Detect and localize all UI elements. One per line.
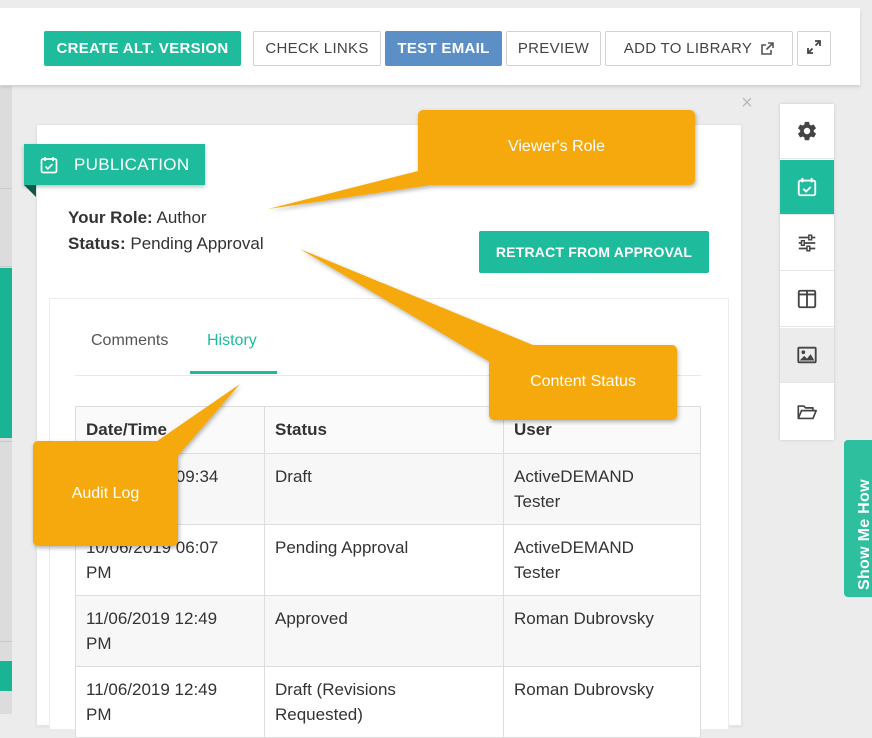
calendar-check-icon — [797, 177, 817, 197]
add-to-library-label: ADD TO LIBRARY — [623, 40, 753, 57]
table-header-row: Date/Time Status User — [75, 406, 701, 454]
datetime-cell: 11/06/2019 12:49 PM — [75, 595, 265, 667]
expand-icon — [806, 39, 822, 59]
datetime-cell: 10/06/2019 06:07 PM — [75, 524, 265, 596]
left-strip-divider — [0, 188, 12, 189]
create-alt-version-button[interactable]: CREATE ALT. VERSION — [44, 31, 241, 66]
sidebar-settings-button[interactable] — [780, 104, 834, 159]
status-cell: Pending Approval — [264, 524, 504, 596]
user-text: Roman Dubrovsky — [514, 609, 654, 628]
active-tab-underline — [190, 371, 277, 374]
datetime-cell: 10/06/2019 09:34 PM — [75, 453, 265, 525]
sidebar-adjustments-button[interactable] — [780, 216, 834, 271]
calendar-check-icon — [40, 156, 58, 174]
gear-icon — [798, 121, 816, 141]
tabs-divider — [75, 375, 701, 376]
status-text: Draft — [275, 467, 312, 486]
sidebar-publication-button[interactable] — [780, 160, 834, 215]
left-strip-accent — [0, 268, 12, 438]
column-header-user: User — [503, 406, 701, 454]
left-strip-divider — [0, 641, 12, 642]
role-label: Your Role: — [68, 208, 153, 227]
left-strip-accent — [0, 661, 12, 691]
datetime-text: 10/06/2019 06:07 — [86, 538, 219, 557]
table-row: 10/06/2019 06:07 PM Pending Approval Acti… — [75, 524, 701, 596]
image-icon — [797, 346, 817, 364]
table-row: 11/06/2019 12:49 PM Approved Roman Dubrov… — [75, 595, 701, 667]
history-table: Date/Time Status User 10/06/2019 09:34 PM… — [75, 406, 701, 738]
sidebar-images-button[interactable] — [780, 328, 834, 383]
role-value: Author — [156, 208, 207, 227]
status-text: Approved — [275, 609, 348, 628]
preview-button[interactable]: PREVIEW — [506, 31, 601, 66]
datetime-text: 10/06/2019 09:34 — [86, 467, 219, 486]
publication-title: PUBLICATION — [74, 154, 190, 174]
column-header-status: Status — [264, 406, 504, 454]
show-me-how-tab[interactable]: Show Me How — [844, 440, 872, 597]
user-cell: Roman Dubrovsky — [503, 666, 701, 738]
test-email-label: TEST EMAIL — [397, 40, 490, 57]
tab-comments-label: Comments — [91, 332, 169, 349]
create-alt-version-label: CREATE ALT. VERSION — [56, 40, 229, 57]
tab-history[interactable]: History — [207, 332, 257, 350]
column-header-datetime: Date/Time — [75, 406, 265, 454]
top-toolbar: CREATE ALT. VERSION CHECK LINKS TEST EMA… — [0, 8, 860, 85]
preview-label: PREVIEW — [517, 40, 590, 57]
sliders-icon — [798, 234, 816, 252]
left-strip-divider — [0, 441, 12, 442]
table-row: 10/06/2019 09:34 PM Draft ActiveDEMAND Tes… — [75, 453, 701, 525]
close-icon[interactable]: × — [738, 93, 756, 113]
status-text: Requested) — [275, 705, 363, 724]
check-links-button[interactable]: CHECK LINKS — [253, 31, 381, 66]
datetime-cell: 11/06/2019 12:49 PM — [75, 666, 265, 738]
table-row: 11/06/2019 12:49 PM Draft (Revisions Reque… — [75, 666, 701, 738]
add-to-library-button[interactable]: ADD TO LIBRARY — [605, 31, 793, 66]
user-text: Roman Dubrovsky — [514, 680, 654, 699]
user-text: Tester — [514, 492, 561, 511]
folder-open-icon — [797, 404, 817, 419]
datetime-text: PM — [86, 634, 112, 653]
tab-history-label: History — [207, 332, 257, 349]
retract-from-approval-button[interactable]: RETRACT FROM APPROVAL — [479, 231, 709, 273]
external-link-icon — [760, 41, 775, 56]
status-cell: Draft — [264, 453, 504, 525]
status-cell: Draft (Revisions Requested) — [264, 666, 504, 738]
status-cell: Approved — [264, 595, 504, 667]
sidebar-files-button[interactable] — [780, 384, 834, 439]
user-text: Tester — [514, 563, 561, 582]
user-cell: ActiveDEMAND Tester — [503, 453, 701, 525]
datetime-text: PM — [86, 492, 112, 511]
columns-icon — [797, 289, 817, 309]
user-cell: Roman Dubrovsky — [503, 595, 701, 667]
tab-comments[interactable]: Comments — [91, 332, 168, 350]
status-text: Draft (Revisions — [275, 680, 396, 699]
user-text: ActiveDEMAND — [514, 467, 634, 486]
show-me-how-label: Show Me How — [856, 479, 872, 590]
sidebar-layout-button[interactable] — [780, 272, 834, 327]
user-text: ActiveDEMAND — [514, 538, 634, 557]
status-value: Pending Approval — [130, 234, 264, 253]
status-line: Status: Pending Approval — [68, 234, 264, 254]
status-text: Pending Approval — [275, 538, 409, 557]
left-strip-divider — [0, 266, 12, 267]
publication-banner: PUBLICATION — [24, 144, 205, 185]
datetime-text: 11/06/2019 12:49 — [86, 680, 218, 699]
role-line: Your Role: Author — [68, 208, 207, 228]
datetime-text: PM — [86, 705, 112, 724]
datetime-text: 11/06/2019 12:49 — [86, 609, 218, 628]
banner-fold — [24, 185, 36, 197]
check-links-label: CHECK LINKS — [265, 40, 369, 57]
left-edge-strip — [0, 86, 12, 714]
fullscreen-button[interactable] — [797, 31, 831, 66]
retract-label: RETRACT FROM APPROVAL — [495, 244, 693, 260]
user-cell: ActiveDEMAND Tester — [503, 524, 701, 596]
status-label: Status: — [68, 234, 126, 253]
datetime-text: PM — [86, 563, 112, 582]
test-email-button[interactable]: TEST EMAIL — [385, 31, 502, 66]
